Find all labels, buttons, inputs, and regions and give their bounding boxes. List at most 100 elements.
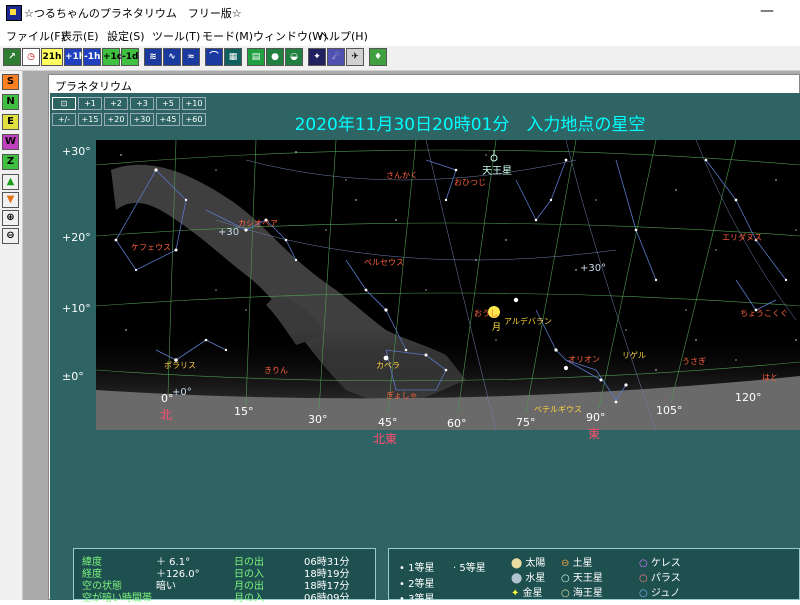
view-south-button[interactable]: S <box>2 74 19 90</box>
view-north-button[interactable]: N <box>2 94 19 110</box>
menu-file[interactable]: ファイル(F) <box>6 28 65 44</box>
legend-mercury: ⬤ 水星 <box>511 573 546 584</box>
direction-north: 北 <box>160 408 173 422</box>
label-uranus: 天王星 <box>482 165 512 177</box>
step-plus30-button[interactable]: +30 <box>130 113 154 126</box>
plus-1h-button[interactable]: +1h <box>64 48 85 66</box>
zoom-out-icon[interactable]: ⊖ <box>2 228 19 244</box>
saturn-icon: ⊖ <box>561 558 570 569</box>
zoom-select-icon[interactable]: ⊡ <box>52 97 76 110</box>
step-plus60-button[interactable]: +60 <box>182 113 206 126</box>
child-window-titlebar[interactable]: プラネタリウム <box>49 75 799 93</box>
grid-icon[interactable]: ▦ <box>224 48 242 66</box>
minimize-button[interactable]: — <box>760 3 774 19</box>
child-window-title: プラネタリウム <box>55 80 132 93</box>
grid-mark-plus30-eq: +30° <box>580 263 606 274</box>
sky-view[interactable]: さんかく おひつじ カシオペア ケフェウス ペルセウス エリダヌス ちょうこくぐ… <box>96 140 800 430</box>
view-east-button[interactable]: E <box>2 114 19 130</box>
menu-tools[interactable]: ツール(T) <box>152 28 200 44</box>
telescope-icon[interactable]: ↗ <box>3 48 21 66</box>
neptune-icon: ○ <box>561 588 570 599</box>
azimuth-label-105: 105° <box>656 404 683 417</box>
equator-grid-icon[interactable]: ≋ <box>144 48 162 66</box>
clock-icon[interactable]: ◷ <box>22 48 40 66</box>
label-moon: 月 <box>492 322 501 333</box>
altitude-label-0: ±0° <box>62 370 84 383</box>
arrow-down-icon[interactable]: ▼ <box>2 192 19 208</box>
sky-date-heading: 2020年11月30日20時01分 入力地点の星空 <box>294 115 646 135</box>
legend-uranus: ○ 天王星 <box>561 573 603 584</box>
label-betelgeuse: ベテルギウス <box>534 405 582 414</box>
step-plus10-button[interactable]: +10 <box>182 97 206 110</box>
menu-settings[interactable]: 設定(S) <box>107 28 145 44</box>
legend-neptune: ○ 海王星 <box>561 588 603 599</box>
landscape-icon[interactable]: ▤ <box>247 48 265 66</box>
pallas-icon: ○ <box>639 573 648 584</box>
legend-sun: ⬤ 太陽 <box>511 558 546 569</box>
label-eridanus: エリダヌス <box>722 232 762 242</box>
step-plus45-button[interactable]: +45 <box>156 113 180 126</box>
azimuth-label-0: 0° <box>161 392 174 405</box>
planet-icon[interactable]: ● <box>266 48 284 66</box>
label-polaris: ポラリス <box>164 361 196 370</box>
label-auriga: ぎょしゃ <box>386 390 418 400</box>
location-info-panel: 緯度 ＋ 6.1° 経度 ＋126.0° 空の状態 暗い 空が暗い時間帯 日の出… <box>73 548 376 604</box>
milky-way-icon[interactable]: ≈ <box>182 48 200 66</box>
moonset-value: 06時09分 <box>304 593 350 604</box>
arrow-up-icon[interactable]: ▲ <box>2 174 19 190</box>
direction-toolbar: S N E W Z ▲ ▼ ⊕ ⊖ <box>0 71 23 600</box>
minus-1h-button[interactable]: -1h <box>83 48 101 66</box>
azimuth-label-75: 75° <box>516 416 536 429</box>
step-plus2-button[interactable]: +2 <box>104 97 128 110</box>
label-taurus: おうし <box>474 309 498 318</box>
step-plus20-button[interactable]: +20 <box>104 113 128 126</box>
altitude-label-10: +10° <box>62 302 91 315</box>
menu-window[interactable]: ウィンドウ(W) <box>253 28 327 44</box>
juno-icon: ○ <box>639 588 648 599</box>
horizon-icon[interactable]: ⌒ <box>205 48 223 66</box>
dome-icon[interactable]: ◒ <box>285 48 303 66</box>
step-plus3-button[interactable]: +3 <box>130 97 154 110</box>
moonset-label: 月の入 <box>234 593 264 604</box>
label-camelopardalis: きりん <box>264 366 288 375</box>
label-columba: はと <box>762 373 778 382</box>
label-aldebaran: アルデバラン <box>504 316 552 326</box>
legend-venus: ✦ 金星 <box>511 588 543 599</box>
menu-help[interactable]: ヘルプ(H) <box>318 28 368 44</box>
uranus-icon: ○ <box>561 573 570 584</box>
menu-view[interactable]: 表示(E) <box>61 28 99 44</box>
zoom-in-icon[interactable]: ⊕ <box>2 210 19 226</box>
comet-icon[interactable]: ☄ <box>327 48 345 66</box>
info-icon[interactable]: ♦ <box>369 48 387 66</box>
stars-icon[interactable]: ✦ <box>308 48 326 66</box>
label-perseus: ペルセウス <box>364 258 404 267</box>
legend-saturn: ⊖ 土星 <box>561 558 593 569</box>
azimuth-label-120: 120° <box>735 391 762 404</box>
legend-panel: • 1等星 • 2等星 • 3等星 · 5等星 ⬤ 太陽 ⬤ 水星 ✦ 金星 ⊖… <box>388 548 800 605</box>
legend-mag2: • 2等星 <box>399 579 435 590</box>
mercury-icon: ⬤ <box>511 573 523 584</box>
window-title: ☆つるちゃんのプラネタリウム フリー版☆ <box>24 7 242 20</box>
ecliptic-icon[interactable]: ∿ <box>163 48 181 66</box>
time-21h-button[interactable]: 21h <box>41 48 63 66</box>
step-plus15-button[interactable]: +15 <box>78 113 102 126</box>
legend-mag1: • 1等星 <box>399 563 435 574</box>
menu-mode[interactable]: モード(M) <box>202 28 253 44</box>
view-west-button[interactable]: W <box>2 134 19 150</box>
altitude-label-30: +30° <box>62 145 91 158</box>
sign-toggle-button[interactable]: +/- <box>52 113 76 126</box>
step-plus5-button[interactable]: +5 <box>156 97 180 110</box>
altitude-grid-30 <box>96 149 800 166</box>
title-bar: ☆つるちゃんのプラネタリウム フリー版☆ — <box>0 0 800 26</box>
ceres-icon: ○ <box>639 558 648 569</box>
azimuth-label-45: 45° <box>378 416 398 429</box>
satellite-icon[interactable]: ✈ <box>346 48 364 66</box>
plus-1d-button[interactable]: +1d <box>102 48 123 66</box>
app-icon <box>6 5 22 21</box>
direction-east: 東 <box>588 427 601 441</box>
direction-northeast: 北東 <box>373 432 398 446</box>
legend-mag5: · 5等星 <box>453 563 486 574</box>
view-zenith-button[interactable]: Z <box>2 154 19 170</box>
minus-1d-button[interactable]: -1d <box>121 48 139 66</box>
step-plus1-button[interactable]: +1 <box>78 97 102 110</box>
